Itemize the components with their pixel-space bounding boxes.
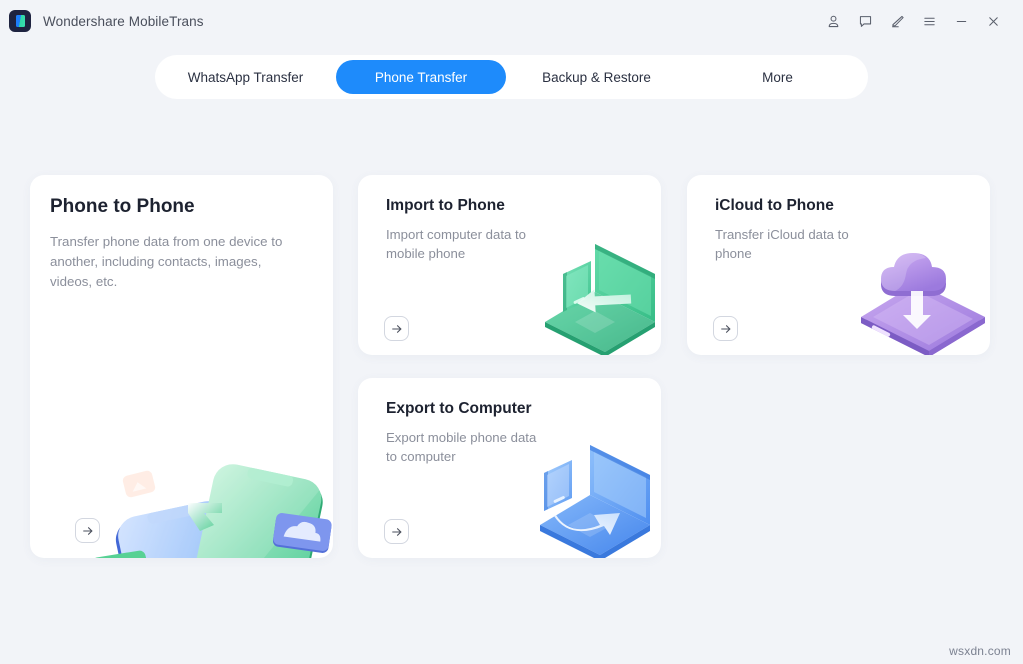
arrow-right-icon <box>391 527 401 536</box>
window-controls <box>817 0 1023 42</box>
card-export-to-computer[interactable]: Export to Computer Export mobile phone d… <box>358 378 661 558</box>
card-phone-to-phone-title: Phone to Phone <box>50 196 195 217</box>
card-export-to-computer-description: Export mobile phone data to computer <box>386 430 537 464</box>
arrow-right-icon <box>720 324 730 333</box>
minimize-icon[interactable] <box>945 5 977 37</box>
card-icloud-to-phone[interactable]: iCloud to Phone Transfer iCloud data to … <box>687 175 990 355</box>
card-icloud-to-phone-title: iCloud to Phone <box>715 197 834 214</box>
import-to-phone-go-button[interactable] <box>384 316 409 341</box>
icloud-to-phone-go-button[interactable] <box>713 316 738 341</box>
app-title: Wondershare MobileTrans <box>43 13 204 29</box>
menu-icon[interactable] <box>913 5 945 37</box>
main-tab-bar: WhatsApp Transfer Phone Transfer Backup … <box>155 55 868 99</box>
edit-icon[interactable] <box>881 5 913 37</box>
logo-glyph <box>15 15 25 27</box>
feedback-icon[interactable] <box>849 5 881 37</box>
tab-backup-restore[interactable]: Backup & Restore <box>506 60 687 94</box>
icloud-to-phone-illustration <box>855 245 990 355</box>
tab-whatsapp-transfer[interactable]: WhatsApp Transfer <box>155 60 336 94</box>
card-import-to-phone[interactable]: Import to Phone Import computer data to … <box>358 175 661 355</box>
tab-phone-transfer[interactable]: Phone Transfer <box>336 60 506 94</box>
card-export-to-computer-title: Export to Computer <box>386 400 532 417</box>
close-icon[interactable] <box>977 5 1009 37</box>
card-icloud-to-phone-description: Transfer iCloud data to phone <box>715 227 849 261</box>
phone-to-phone-go-button[interactable] <box>75 518 100 543</box>
phone-to-phone-illustration <box>88 460 333 558</box>
export-to-computer-go-button[interactable] <box>384 519 409 544</box>
account-icon[interactable] <box>817 5 849 37</box>
title-bar: Wondershare MobileTrans <box>0 0 1023 42</box>
import-to-phone-illustration <box>533 230 661 355</box>
card-import-to-phone-title: Import to Phone <box>386 197 505 214</box>
arrow-right-icon <box>391 324 401 333</box>
arrow-right-icon <box>82 526 92 535</box>
tab-more[interactable]: More <box>687 60 868 94</box>
mobiletrans-logo-icon <box>9 10 31 32</box>
card-phone-to-phone-description: Transfer phone data from one device to a… <box>50 234 283 289</box>
watermark: wsxdn.com <box>949 644 1011 658</box>
export-to-computer-illustration <box>530 433 661 558</box>
card-import-to-phone-description: Import computer data to mobile phone <box>386 227 527 261</box>
card-phone-to-phone[interactable]: Phone to Phone Transfer phone data from … <box>30 175 333 558</box>
